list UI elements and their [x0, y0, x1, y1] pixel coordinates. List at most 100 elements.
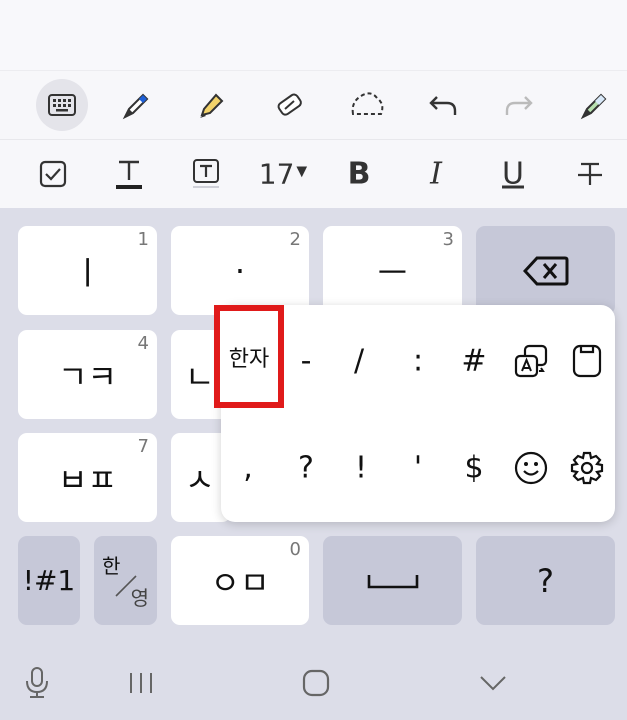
bold-label: B [347, 156, 371, 192]
key-3[interactable]: ㅡ 3 [323, 226, 462, 315]
voice-input-button[interactable] [24, 666, 50, 700]
key-2[interactable]: · 2 [171, 226, 309, 315]
translate-icon [514, 344, 548, 378]
chevron-down-icon [480, 676, 506, 691]
key-label: ㅂㅍ [58, 460, 117, 499]
lasso-icon [351, 92, 384, 115]
symbol-label: , [243, 450, 253, 486]
key-4[interactable]: ㄱㅋ 4 [18, 330, 157, 419]
font-size-selector[interactable]: 17 ▼ [259, 158, 307, 191]
recent-apps-button[interactable] [127, 671, 155, 695]
emoji-button[interactable] [514, 451, 548, 485]
symbol-dollar[interactable]: $ [464, 451, 483, 486]
pen-settings-icon [580, 93, 607, 120]
pen-settings-button[interactable] [577, 87, 613, 123]
pen-button[interactable] [119, 87, 155, 123]
symbol-colon[interactable]: : [413, 344, 423, 379]
keyboard-toggle-button[interactable] [36, 79, 88, 131]
italic-button[interactable]: I [430, 157, 442, 192]
symbol-apostrophe[interactable]: ' [414, 451, 422, 486]
hide-keyboard-button[interactable] [479, 675, 507, 691]
key-label: ? [537, 561, 554, 600]
symbol-slash[interactable]: / [354, 344, 364, 379]
gear-icon [570, 451, 604, 485]
key-number: 7 [137, 436, 149, 457]
home-icon [302, 669, 330, 697]
key-label: ㄴ [185, 357, 215, 396]
key-label: ㅅ [185, 460, 215, 499]
key-label: ㅡ [377, 253, 408, 292]
clipboard-button[interactable] [571, 343, 603, 379]
drawing-toolbar [0, 71, 627, 140]
symbols-key[interactable]: !#1 [18, 536, 80, 625]
key-number: 0 [289, 539, 301, 560]
emoji-icon [514, 451, 548, 485]
key-label: ㅇㅁ [210, 563, 270, 602]
symbol-comma[interactable]: , [243, 451, 253, 486]
translate-button[interactable] [513, 343, 549, 379]
highlighter-button[interactable] [194, 87, 230, 123]
symbol-dash[interactable]: - [301, 344, 312, 379]
symbol-label: ' [413, 450, 423, 486]
language-bottom-label: 영 [130, 586, 149, 610]
keyboard-icon [36, 79, 88, 131]
format-toolbar: 17 ▼ B I U [0, 140, 627, 208]
font-size-value: 17 [258, 157, 295, 191]
text-background-button[interactable] [191, 158, 221, 190]
pen-icon [122, 93, 149, 120]
key-number: 1 [137, 229, 149, 250]
strikethrough-icon [578, 162, 602, 185]
hanja-label: 한자 [228, 346, 270, 372]
text-background-icon [193, 159, 219, 188]
eraser-button[interactable] [272, 87, 308, 123]
key-1[interactable]: ㅣ 1 [18, 226, 157, 315]
key-label: ㄱㅋ [58, 357, 117, 396]
symbol-label: / [353, 343, 365, 379]
microphone-icon [26, 667, 48, 698]
symbol-label: ? [298, 450, 314, 486]
backspace-key[interactable] [476, 226, 615, 315]
space-icon [367, 574, 418, 588]
symbol-exclamation[interactable]: ! [355, 451, 367, 486]
highlighter-icon [200, 93, 224, 118]
space-key[interactable] [323, 536, 462, 625]
lasso-button[interactable] [347, 88, 387, 122]
symbol-label: ! [354, 450, 368, 486]
checkbox-button[interactable] [39, 160, 67, 188]
text-color-icon [116, 160, 142, 189]
clipboard-icon [572, 344, 602, 378]
symbol-question[interactable]: ? [298, 451, 314, 486]
bold-button[interactable]: B [348, 157, 371, 192]
recent-apps-icon [130, 673, 152, 693]
italic-label: I [430, 156, 442, 192]
key-label: · [234, 251, 246, 290]
eraser-icon [277, 93, 302, 116]
symbol-label: # [461, 343, 487, 379]
undo-button[interactable] [427, 91, 459, 119]
underline-label: U [502, 156, 524, 192]
symbols-label: !#1 [22, 564, 76, 597]
home-button[interactable] [302, 669, 330, 697]
key-number: 2 [289, 229, 301, 250]
key-0[interactable]: ㅇㅁ 0 [171, 536, 309, 625]
underline-button[interactable]: U [502, 157, 524, 192]
symbol-label: - [300, 343, 312, 379]
navigation-bar [0, 640, 627, 720]
strikethrough-button[interactable] [575, 159, 605, 189]
undo-icon [429, 96, 457, 115]
checkbox-icon [39, 160, 67, 188]
backspace-icon [522, 256, 568, 285]
text-color-button[interactable] [114, 158, 144, 190]
redo-icon [505, 96, 533, 115]
key-number: 3 [442, 229, 454, 250]
language-switch-key[interactable]: 한 영 [94, 536, 157, 625]
settings-button[interactable] [570, 451, 604, 485]
key-label: ㅣ [72, 253, 103, 292]
redo-button[interactable] [503, 91, 535, 119]
symbol-hash[interactable]: # [461, 344, 486, 379]
note-canvas-area[interactable] [0, 0, 627, 71]
key-7[interactable]: ㅂㅍ 7 [18, 433, 157, 522]
question-key[interactable]: ? [476, 536, 615, 625]
symbol-label: : [412, 343, 424, 379]
hanja-button[interactable]: 한자 [214, 305, 284, 408]
